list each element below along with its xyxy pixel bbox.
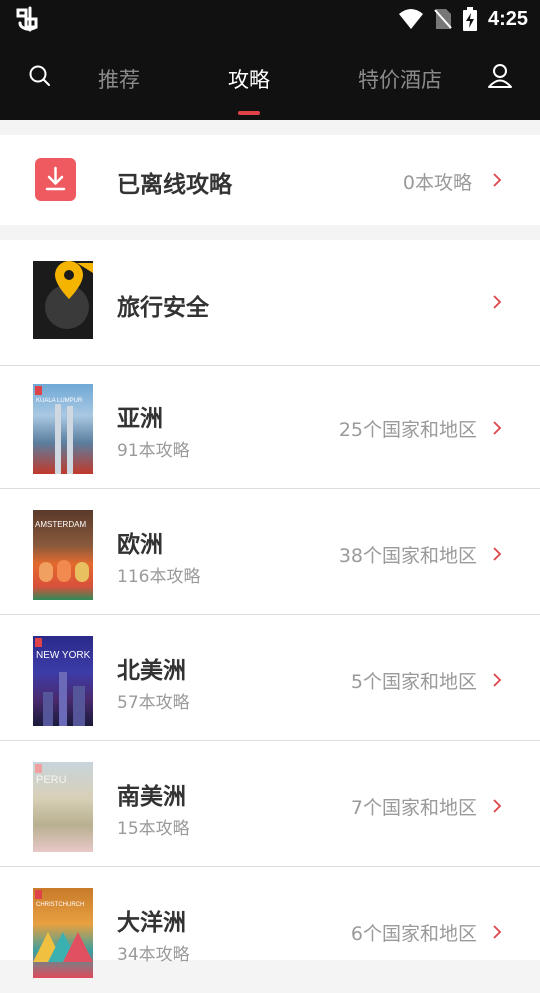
- region-row-oceania[interactable]: CHRISTCHURCH 大洋洲 34本攻略 6个国家和地区: [0, 867, 540, 993]
- region-country-count: 38个国家和地区: [338, 545, 477, 567]
- oceania-cover-text: CHRISTCHURCH: [36, 902, 85, 908]
- region-title: 南美洲: [117, 784, 186, 810]
- region-guide-count: 57本攻略: [117, 693, 190, 713]
- travel-safety-title: 旅行安全: [117, 295, 209, 321]
- tab-hotel-deals[interactable]: 特价酒店: [358, 64, 442, 94]
- tab-recommend[interactable]: 推荐: [98, 64, 140, 94]
- region-country-count: 6个国家和地区: [350, 923, 477, 945]
- region-row-asia[interactable]: KUALA LUMPUR 亚洲 91本攻略 25个国家和地区: [0, 363, 540, 489]
- status-icons: 4:25: [398, 4, 528, 34]
- north-america-cover-text: NEW YORK: [36, 650, 91, 661]
- chevron-right-icon: [493, 421, 502, 435]
- status-time: 4:25: [487, 7, 528, 30]
- guide-category-list: 旅行安全 KUALA LUMPUR 亚洲 91本攻略 25个国家和地区 AMST…: [0, 240, 540, 978]
- oceania-guide-cover: CHRISTCHURCH: [33, 888, 93, 978]
- tab-guides[interactable]: 攻略: [228, 64, 270, 94]
- region-guide-count: 116本攻略: [117, 567, 201, 587]
- chevron-right-icon: [493, 925, 502, 939]
- europe-guide-cover: AMSTERDAM: [33, 510, 93, 600]
- north-america-guide-cover: NEW YORK: [33, 636, 93, 726]
- south-america-cover-text: PERU: [36, 774, 67, 786]
- user-icon[interactable]: [486, 62, 514, 90]
- region-row-europe[interactable]: AMSTERDAM 欧洲 116本攻略 38个国家和地区: [0, 489, 540, 615]
- no-sim-icon: [434, 9, 452, 29]
- region-title: 大洋洲: [117, 910, 186, 936]
- offline-guides-count: 0本攻略: [402, 172, 472, 194]
- travel-safety-row[interactable]: 旅行安全: [0, 240, 540, 366]
- wifi-icon: [398, 9, 423, 29]
- asia-guide-cover: KUALA LUMPUR: [33, 384, 93, 474]
- region-guide-count: 15本攻略: [117, 819, 190, 839]
- chevron-right-icon: [493, 295, 502, 309]
- battery-charging-icon: [462, 7, 477, 31]
- search-icon[interactable]: [28, 64, 54, 90]
- app-logo-icon: [16, 6, 38, 32]
- region-guide-count: 91本攻略: [117, 441, 190, 461]
- top-navigation: 推荐 攻略 特价酒店: [0, 38, 540, 120]
- chevron-right-icon: [493, 173, 502, 187]
- region-country-count: 25个国家和地区: [338, 419, 477, 441]
- region-title: 亚洲: [117, 406, 163, 432]
- chevron-right-icon: [493, 547, 502, 561]
- region-country-count: 7个国家和地区: [350, 797, 477, 819]
- region-row-north-america[interactable]: NEW YORK 北美洲 57本攻略 5个国家和地区: [0, 615, 540, 741]
- region-country-count: 5个国家和地区: [350, 671, 477, 693]
- offline-guides-title: 已离线攻略: [117, 172, 232, 198]
- status-bar: 4:25: [0, 0, 540, 38]
- europe-cover-text: AMSTERDAM: [35, 520, 87, 529]
- offline-guides-row[interactable]: 已离线攻略 0本攻略: [0, 135, 540, 225]
- travel-safety-thumbnail: [33, 261, 93, 339]
- chevron-right-icon: [493, 673, 502, 687]
- south-america-guide-cover: PERU: [33, 762, 93, 852]
- active-tab-indicator: [238, 111, 260, 115]
- region-title: 欧洲: [117, 532, 163, 558]
- region-guide-count: 34本攻略: [117, 945, 190, 965]
- region-row-south-america[interactable]: PERU 南美洲 15本攻略 7个国家和地区: [0, 741, 540, 867]
- download-icon: [35, 158, 76, 201]
- region-title: 北美洲: [117, 658, 186, 684]
- chevron-right-icon: [493, 799, 502, 813]
